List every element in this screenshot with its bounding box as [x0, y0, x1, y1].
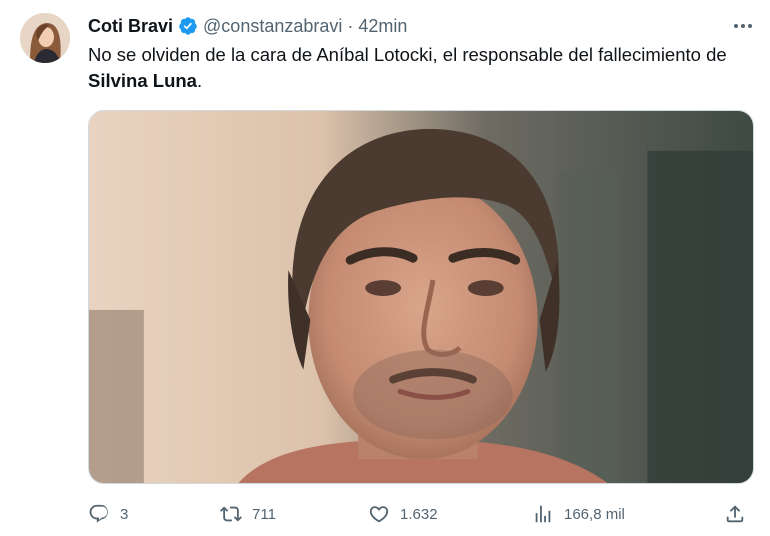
author-name[interactable]: Coti Bravi — [88, 16, 173, 37]
author-handle[interactable]: @constanzabravi — [203, 16, 342, 37]
action-bar: 3 711 1.632 166,8 mil — [88, 500, 756, 528]
portrait-photo — [89, 111, 753, 483]
tweet-text: No se olviden de la cara de Aníbal Lotoc… — [88, 42, 756, 94]
verified-badge-icon — [179, 17, 197, 35]
avatar[interactable] — [20, 13, 70, 63]
avatar-image — [20, 13, 70, 63]
tweet-time[interactable]: 42min — [358, 16, 407, 37]
tweet-text-end: . — [196, 70, 203, 91]
like-count: 1.632 — [400, 505, 438, 523]
tweet-media-photo[interactable] — [88, 110, 754, 484]
views-button[interactable]: 166,8 mil — [532, 500, 625, 528]
tweet-text-bold[interactable]: Silvina Luna — [88, 70, 197, 91]
tweet-header: Coti Bravi @constanzabravi · 42min — [88, 14, 407, 38]
reply-button[interactable]: 3 — [88, 500, 128, 528]
views-icon — [535, 505, 551, 523]
retweet-button[interactable]: 711 — [220, 500, 276, 528]
share-icon[interactable] — [724, 503, 746, 525]
more-options-icon[interactable] — [728, 16, 758, 36]
tweet-text-main: No se olviden de la cara de Aníbal Lotoc… — [88, 44, 727, 65]
like-button[interactable]: 1.632 — [368, 500, 438, 528]
views-count: 166,8 mil — [564, 505, 625, 523]
reply-count: 3 — [120, 505, 129, 523]
reply-icon — [89, 504, 108, 523]
retweet-icon — [220, 506, 242, 522]
retweet-count: 711 — [252, 505, 276, 523]
separator-dot: · — [347, 15, 354, 36]
like-icon — [369, 506, 389, 523]
